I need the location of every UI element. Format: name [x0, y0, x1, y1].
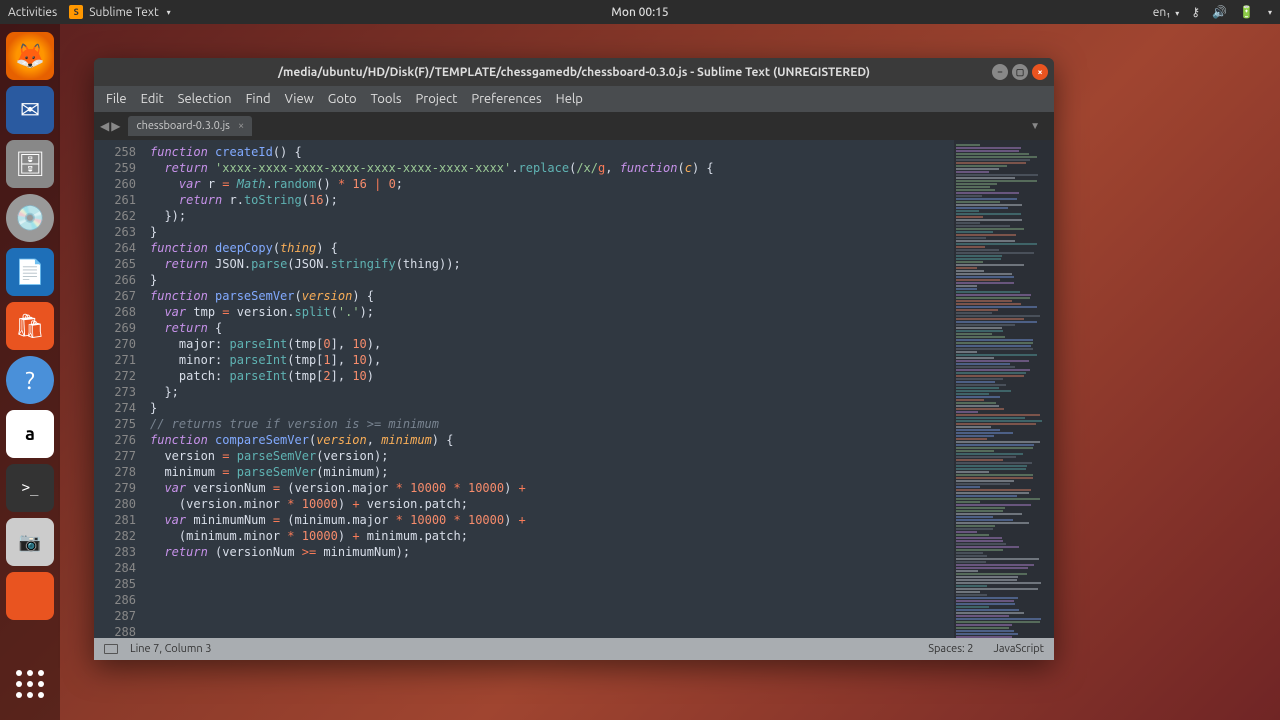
window-maximize-button[interactable]: ▢: [1012, 64, 1028, 80]
menu-help[interactable]: Help: [556, 92, 583, 106]
top-panel: Activities S Sublime Text ▾ Mon 00:15 en…: [0, 0, 1280, 24]
battery-icon[interactable]: 🔋: [1239, 5, 1254, 19]
sublime-icon: S: [69, 5, 83, 19]
show-applications-button[interactable]: [6, 660, 54, 708]
menu-edit[interactable]: Edit: [141, 92, 164, 106]
launcher-amazon[interactable]: a: [6, 410, 54, 458]
menu-tools[interactable]: Tools: [371, 92, 402, 106]
window-titlebar[interactable]: /media/ubuntu/HD/Disk(F)/TEMPLATE/chessg…: [94, 58, 1054, 86]
menubar: File Edit Selection Find View Goto Tools…: [94, 86, 1054, 112]
status-syntax[interactable]: JavaScript: [993, 643, 1044, 655]
app-menu[interactable]: S Sublime Text ▾: [69, 5, 170, 19]
code-content[interactable]: function createId() { return 'xxxx-xxxx-…: [144, 140, 954, 638]
minimap[interactable]: [954, 140, 1054, 638]
tab-label: chessboard-0.3.0.js: [136, 120, 230, 132]
sublime-window: /media/ubuntu/HD/Disk(F)/TEMPLATE/chessg…: [94, 58, 1054, 660]
menu-file[interactable]: File: [106, 92, 127, 106]
wifi-icon[interactable]: ⚷: [1191, 5, 1200, 19]
launcher-firefox[interactable]: 🦊: [6, 32, 54, 80]
launcher-terminal[interactable]: >_: [6, 464, 54, 512]
keyboard-layout[interactable]: en₁ ▾: [1153, 6, 1180, 19]
tab-nav-forward-icon[interactable]: ▶: [111, 119, 120, 133]
launcher-writer[interactable]: 📄: [6, 248, 54, 296]
editor-area[interactable]: 2582592602612622632642652662672682692702…: [94, 140, 1054, 638]
menu-find[interactable]: Find: [246, 92, 271, 106]
chevron-down-icon: ▾: [167, 8, 171, 17]
activities-button[interactable]: Activities: [8, 6, 57, 19]
system-menu-chevron-icon[interactable]: ▾: [1268, 8, 1272, 17]
menu-project[interactable]: Project: [416, 92, 458, 106]
menu-preferences[interactable]: Preferences: [471, 92, 541, 106]
launcher-files[interactable]: 🗄: [6, 140, 54, 188]
menu-view[interactable]: View: [285, 92, 314, 106]
launcher-thunderbird[interactable]: ✉: [6, 86, 54, 134]
launcher-disks[interactable]: 💿: [6, 194, 54, 242]
panel-switcher-icon[interactable]: [104, 644, 118, 654]
launcher-screenshot[interactable]: 📷: [6, 518, 54, 566]
launcher-help[interactable]: ?: [6, 356, 54, 404]
launcher-item[interactable]: [6, 572, 54, 620]
tab-nav-back-icon[interactable]: ◀: [100, 119, 109, 133]
volume-icon[interactable]: 🔊: [1212, 5, 1227, 19]
window-minimize-button[interactable]: –: [992, 64, 1008, 80]
tab-bar: ◀ ▶ chessboard-0.3.0.js × ▼: [94, 112, 1054, 140]
line-gutter: 2582592602612622632642652662672682692702…: [94, 140, 144, 638]
launcher-software[interactable]: 🛍: [6, 302, 54, 350]
window-title: /media/ubuntu/HD/Disk(F)/TEMPLATE/chessg…: [278, 66, 870, 79]
status-indentation[interactable]: Spaces: 2: [928, 643, 973, 655]
status-bar: Line 7, Column 3 Spaces: 2 JavaScript: [94, 638, 1054, 660]
window-close-button[interactable]: ×: [1032, 64, 1048, 80]
tab-overflow-icon[interactable]: ▼: [1022, 120, 1048, 132]
tab-close-icon[interactable]: ×: [238, 120, 244, 132]
launcher-dock: 🦊 ✉ 🗄 💿 📄 🛍 ? a >_ 📷: [0, 24, 60, 720]
clock[interactable]: Mon 00:15: [611, 6, 668, 19]
menu-selection[interactable]: Selection: [178, 92, 232, 106]
status-cursor-position[interactable]: Line 7, Column 3: [130, 643, 211, 655]
file-tab[interactable]: chessboard-0.3.0.js ×: [128, 116, 252, 136]
menu-goto[interactable]: Goto: [328, 92, 357, 106]
